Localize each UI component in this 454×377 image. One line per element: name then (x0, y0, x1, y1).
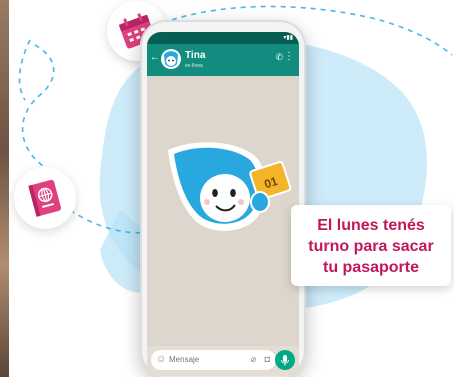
attach-icon[interactable]: ⌀ (251, 354, 256, 365)
signal-icon: ▾▮▮ (283, 35, 293, 41)
passport-icon (28, 179, 62, 217)
emoji-icon[interactable]: ☺ (156, 354, 166, 365)
reminder-line-1: El lunes tenés (317, 217, 425, 234)
reminder-text: El lunes tenés turno para sacar tu pasap… (291, 215, 451, 278)
reminder-callout: El lunes tenés turno para sacar tu pasap… (291, 205, 451, 286)
contact-status: en línea (185, 63, 203, 69)
chat-header: ← Tina en línea ✆ ⋮ (147, 44, 299, 76)
tina-avatar-icon (164, 51, 178, 67)
message-input-bar: ☺ Mensaje ⌀ ◘ (147, 346, 299, 376)
message-field[interactable]: ☺ Mensaje ⌀ ◘ (151, 350, 276, 370)
back-arrow-icon[interactable]: ← (150, 52, 160, 63)
reminder-line-3: tu pasaporte (322, 259, 419, 276)
contact-name[interactable]: Tina (185, 50, 205, 61)
contact-avatar[interactable] (161, 49, 181, 69)
status-bar: ▾▮▮ (147, 32, 299, 44)
mic-icon (281, 355, 289, 366)
camera-icon[interactable]: ◘ (265, 354, 270, 364)
message-placeholder: Mensaje (169, 355, 200, 364)
passport-badge (14, 167, 76, 229)
tina-sticker: 01 (168, 142, 292, 231)
more-icon[interactable]: ⋮ (284, 51, 294, 62)
call-icon[interactable]: ✆ (275, 52, 283, 63)
mic-button[interactable] (275, 350, 295, 370)
reminder-line-2: turno para sacar (308, 238, 434, 255)
